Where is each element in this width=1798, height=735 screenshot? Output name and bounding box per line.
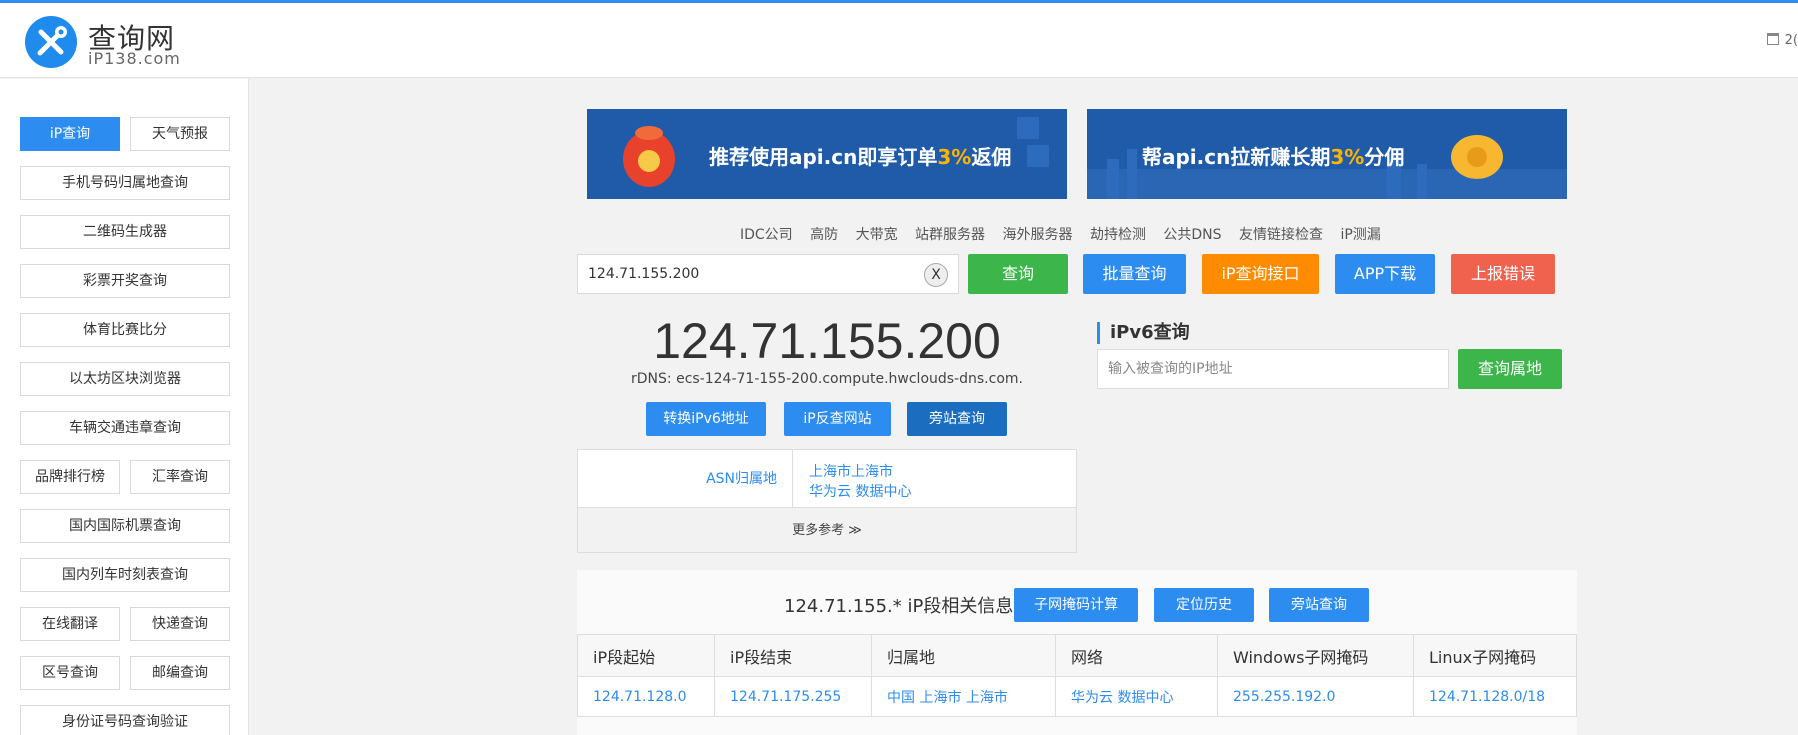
ipv6-input[interactable]: 输入被查询的IP地址: [1097, 349, 1449, 389]
link-site-group-server[interactable]: 站群服务器: [915, 227, 985, 243]
sidebar-item-express[interactable]: 快递查询: [130, 607, 230, 641]
cell-location[interactable]: 中国 上海市 上海市: [871, 676, 1056, 717]
col-network: 网络: [1055, 634, 1218, 677]
report-error-button[interactable]: 上报错误: [1451, 254, 1555, 294]
asn-value: 上海市上海市 华为云 数据中心: [793, 450, 1076, 508]
segment-table: iP段起始 iP段结束 归属地 网络 Windows子网掩码 Linux子网掩码…: [577, 634, 1577, 717]
sidebar-item-traffic[interactable]: 车辆交通违章查询: [20, 411, 230, 445]
cell-segment-end[interactable]: 124.71.175.255: [714, 676, 872, 717]
link-bandwidth[interactable]: 大带宽: [856, 227, 898, 243]
batch-query-button[interactable]: 批量查询: [1083, 254, 1186, 294]
top-header: 查询网 iP138.com 2(: [0, 0, 1798, 78]
ip-search-input[interactable]: 124.71.155.200 X: [577, 254, 959, 294]
sidebar-item-postcode[interactable]: 邮编查询: [130, 656, 230, 690]
banner-right-text: 帮api.cn拉新赚长期3%分佣: [1142, 145, 1405, 169]
ipv6-query-button[interactable]: 查询属地: [1458, 349, 1562, 389]
cell-windows-mask[interactable]: 255.255.192.0: [1217, 676, 1414, 717]
result-ip: 124.71.155.200: [653, 313, 1001, 369]
sidebar-item-area-code[interactable]: 区号查询: [20, 656, 120, 690]
asn-network[interactable]: 华为云 数据中心: [809, 482, 1060, 502]
sidebar-item-ip-query[interactable]: iP查询: [20, 117, 120, 151]
sidebar-item-flights[interactable]: 国内国际机票查询: [20, 509, 230, 543]
cell-linux-mask[interactable]: 124.71.128.0/18: [1413, 676, 1577, 717]
ip-api-button[interactable]: iP查询接口: [1202, 254, 1319, 294]
more-reference-toggle[interactable]: 更多参考 ≫: [578, 508, 1076, 552]
location-history-button[interactable]: 定位历史: [1154, 588, 1254, 622]
segment-side-site-button[interactable]: 旁站查询: [1269, 588, 1369, 622]
link-ip-leak[interactable]: iP测漏: [1340, 227, 1380, 243]
convert-ipv6-button[interactable]: 转换iPv6地址: [646, 402, 766, 436]
logo-subtitle[interactable]: iP138.com: [88, 49, 181, 68]
asn-table: ASN归属地 上海市上海市 华为云 数据中心 更多参考 ≫: [577, 449, 1077, 553]
col-windows-mask: Windows子网掩码: [1217, 634, 1414, 677]
cell-segment-start[interactable]: 124.71.128.0: [577, 676, 715, 717]
sidebar-item-brand-rank[interactable]: 品牌排行榜: [20, 460, 120, 494]
calendar-icon: [1766, 33, 1779, 45]
cell-network[interactable]: 华为云 数据中心: [1055, 676, 1218, 717]
top-links: IDC公司 高防 大带宽 站群服务器 海外服务器 劫持检测 公共DNS 友情链接…: [740, 224, 1394, 244]
sidebar-item-lottery[interactable]: 彩票开奖查询: [20, 264, 230, 298]
side-site-button[interactable]: 旁站查询: [907, 402, 1007, 436]
col-location: 归属地: [871, 634, 1056, 677]
sidebar-item-phone-location[interactable]: 手机号码归属地查询: [20, 166, 230, 200]
ipv6-title: iPv6查询: [1097, 322, 1190, 344]
link-public-dns[interactable]: 公共DNS: [1163, 227, 1221, 243]
sidebar-item-trains[interactable]: 国内列车时刻表查询: [20, 558, 230, 592]
link-hijack-check[interactable]: 劫持检测: [1090, 227, 1146, 243]
sidebar-item-weather[interactable]: 天气预报: [130, 117, 230, 151]
table-row: 124.71.128.0 124.71.175.255 中国 上海市 上海市 华…: [577, 676, 1577, 717]
link-high-defense[interactable]: 高防: [810, 227, 838, 243]
link-overseas-server[interactable]: 海外服务器: [1003, 227, 1073, 243]
ip-reverse-button[interactable]: iP反查网站: [784, 402, 891, 436]
asn-label[interactable]: ASN归属地: [578, 450, 793, 508]
sidebar-item-qrcode[interactable]: 二维码生成器: [20, 215, 230, 249]
app-download-button[interactable]: APP下载: [1335, 254, 1435, 294]
rdns-text: rDNS: ecs-124-71-155-200.compute.hwcloud…: [631, 371, 1023, 387]
table-header-row: iP段起始 iP段结束 归属地 网络 Windows子网掩码 Linux子网掩码: [577, 634, 1577, 677]
sidebar-item-translate[interactable]: 在线翻译: [20, 607, 120, 641]
sidebar-item-sports[interactable]: 体育比赛比分: [20, 313, 230, 347]
logo-icon[interactable]: [25, 16, 77, 68]
col-segment-end: iP段结束: [714, 634, 872, 677]
sidebar-item-ethereum[interactable]: 以太坊区块浏览器: [20, 362, 230, 396]
ip-segment-panel: 124.71.155.* iP段相关信息 子网掩码计算 定位历史 旁站查询 iP…: [577, 570, 1577, 735]
asn-location[interactable]: 上海市上海市: [809, 462, 1060, 482]
link-friend-link-check[interactable]: 友情链接检查: [1239, 227, 1323, 243]
subnet-calc-button[interactable]: 子网掩码计算: [1014, 588, 1138, 622]
link-idc[interactable]: IDC公司: [740, 227, 793, 243]
col-segment-start: iP段起始: [577, 634, 715, 677]
search-value: 124.71.155.200: [588, 266, 700, 282]
header-date: 2(: [1766, 33, 1798, 48]
banner-left-text: 推荐使用api.cn即享订单3%返佣: [709, 145, 1012, 169]
query-button[interactable]: 查询: [968, 254, 1068, 294]
clear-icon[interactable]: X: [924, 263, 948, 287]
sidebar-item-exchange-rate[interactable]: 汇率查询: [130, 460, 230, 494]
sidebar-item-id-card[interactable]: 身份证号码查询验证: [20, 705, 230, 735]
sidebar: iP查询 天气预报 手机号码归属地查询 二维码生成器 彩票开奖查询 体育比赛比分…: [0, 79, 249, 735]
banner-left[interactable]: 推荐使用api.cn即享订单3%返佣: [587, 109, 1067, 199]
segment-title: 124.71.155.* iP段相关信息: [784, 596, 1014, 617]
col-linux-mask: Linux子网掩码: [1413, 634, 1577, 677]
banner-right[interactable]: 帮api.cn拉新赚长期3%分佣: [1087, 109, 1567, 199]
